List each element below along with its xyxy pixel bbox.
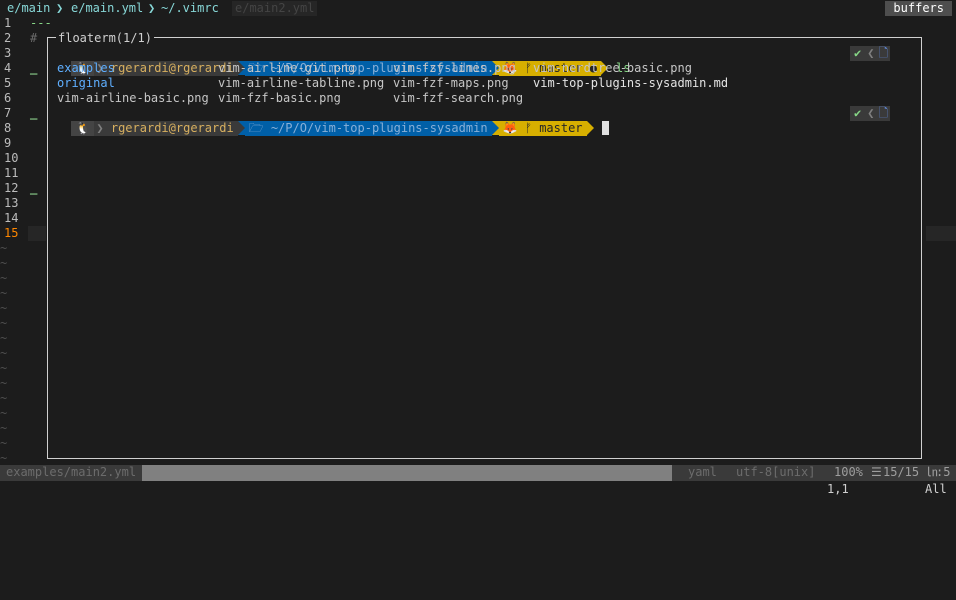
cursor-position: 1,1 <box>827 482 849 496</box>
floaterm-title: floaterm(1/1) <box>56 31 154 46</box>
prompt-dir: ~/P/O/vim-top-plugins-sysadmin <box>270 121 488 135</box>
empty-line-tilde: ~ <box>0 451 8 465</box>
buffers-label[interactable]: buffers <box>885 1 952 16</box>
scroll-position: All <box>925 482 947 496</box>
ls-entry: vim-fzf-maps.png <box>393 76 509 90</box>
ls-entry-dir: original <box>57 76 115 90</box>
ls-entry: vim-airline-tabline.png <box>218 76 385 90</box>
check-icon: ✔ <box>850 46 866 61</box>
line-number: 14 <box>4 211 19 225</box>
powerline-arrow-icon <box>491 121 499 135</box>
line-number: 12 <box>4 181 19 195</box>
empty-line-tilde: ~ <box>0 241 8 255</box>
git-added-sign-icon: ▁ <box>30 61 38 75</box>
empty-line-tilde: ~ <box>0 421 8 435</box>
powerline-arrow-icon <box>237 121 245 135</box>
empty-line-tilde: ~ <box>0 391 8 405</box>
line-number: 5 <box>4 76 12 90</box>
line-number: 1 <box>4 16 12 30</box>
ls-entry: vim-airline-git.png <box>218 61 356 75</box>
lines-icon: ☰ <box>871 465 882 479</box>
chevron-right-icon: ❯ <box>96 121 111 135</box>
empty-line-tilde: ~ <box>0 436 8 450</box>
shell-prompt: 🐧 ❯ rgerardi@rgerardi 🗁 ~/P/O/vim-top-plug… <box>57 46 630 76</box>
shell-prompt: 🐧 ❯ rgerardi@rgerardi 🗁 ~/P/O/vim-top-plug… <box>57 106 609 136</box>
line-number: 6 <box>4 91 12 105</box>
git-branch: master <box>539 121 583 135</box>
tabline: e/main ❯ e/main.yml ❯ ~/.vimrc e/main2.y… <box>0 1 956 16</box>
branch-icon: ᚠ <box>524 121 532 135</box>
file-icon: 🗋 <box>876 106 891 121</box>
line-number: 4 <box>4 61 12 75</box>
tab-vimrc[interactable]: ~/.vimrc <box>158 1 222 16</box>
ls-entry: vim-airline-basic.png <box>57 91 209 105</box>
ls-entry: vim-fzf-basic.png <box>218 91 341 105</box>
statusline: examples/main2.yml yaml utf-8[unix] 100%… <box>0 465 956 481</box>
empty-line-tilde: ~ <box>0 346 8 360</box>
empty-line-tilde: ~ <box>0 286 8 300</box>
line-number: 2 <box>4 31 12 45</box>
terminal-cursor[interactable] <box>601 121 609 135</box>
tab-e-main-yml[interactable]: e/main.yml <box>68 1 146 16</box>
line-number: 3 <box>4 46 12 60</box>
line-number: 11 <box>4 166 19 180</box>
tab-separator-icon: ❯ <box>56 1 64 15</box>
tab-e-main2-yml[interactable]: e/main2.yml <box>232 1 318 16</box>
powerline-arrow-icon <box>586 121 594 135</box>
ls-entry: vim-nerdtree-basic.png <box>533 61 692 75</box>
ls-entry-dir: examples <box>57 61 115 75</box>
linux-tux-icon: 🐧 <box>71 121 95 136</box>
prompt-user: rgerardi@rgerardi <box>110 121 234 135</box>
current-line-number: 15 <box>4 226 19 240</box>
right-prompt: ✔ ❮ 🗋 <box>850 106 891 121</box>
tab-e-main[interactable]: e/main <box>4 1 53 16</box>
line-number: 8 <box>4 121 12 135</box>
code-line-1: --- <box>30 16 52 30</box>
git-added-sign-icon: ▁ <box>30 106 38 120</box>
right-prompt: ✔ ❮ 🗋 <box>850 46 891 61</box>
empty-line-tilde: ~ <box>0 256 8 270</box>
empty-line-tilde: ~ <box>0 316 8 330</box>
folder-icon: 🗁 <box>248 121 264 135</box>
prompt-user: rgerardi@rgerardi <box>110 61 234 75</box>
statusline-percent: 100% <box>834 465 863 479</box>
cursor-line-highlight <box>926 226 956 241</box>
statusline-encoding: utf-8[unix] <box>736 465 816 479</box>
check-icon: ✔ <box>850 106 866 121</box>
tab-separator-icon: ❯ <box>148 1 156 15</box>
line-number: 10 <box>4 151 19 165</box>
ls-entry: vim-fzf-search.png <box>393 91 524 105</box>
statusline-filetype: yaml <box>688 465 717 479</box>
statusline-filename: examples/main2.yml <box>6 465 137 479</box>
line-number: 7 <box>4 106 12 120</box>
code-line-2-comment: # <box>30 31 38 45</box>
statusline-fill <box>142 465 672 481</box>
line-number: 13 <box>4 196 19 210</box>
empty-line-tilde: ~ <box>0 331 8 345</box>
empty-line-tilde: ~ <box>0 271 8 285</box>
statusline-column: :5 <box>936 465 951 479</box>
empty-line-tilde: ~ <box>0 301 8 315</box>
git-added-sign-icon: ▁ <box>30 181 38 195</box>
file-icon: 🗋 <box>876 46 891 61</box>
empty-line-tilde: ~ <box>0 376 8 390</box>
statusline-lines: 15/15 <box>883 465 920 479</box>
cursor-line-highlight <box>28 226 46 241</box>
ls-entry: vim-top-plugins-sysadmin.md <box>533 76 729 90</box>
empty-line-tilde: ~ <box>0 406 8 420</box>
gitlab-icon: 🦊 <box>502 121 518 135</box>
empty-line-tilde: ~ <box>0 361 8 375</box>
ls-entry: vim-fzf-lines.png <box>393 61 516 75</box>
line-number: 9 <box>4 136 12 150</box>
branch-icon: ᚠ <box>524 61 532 75</box>
